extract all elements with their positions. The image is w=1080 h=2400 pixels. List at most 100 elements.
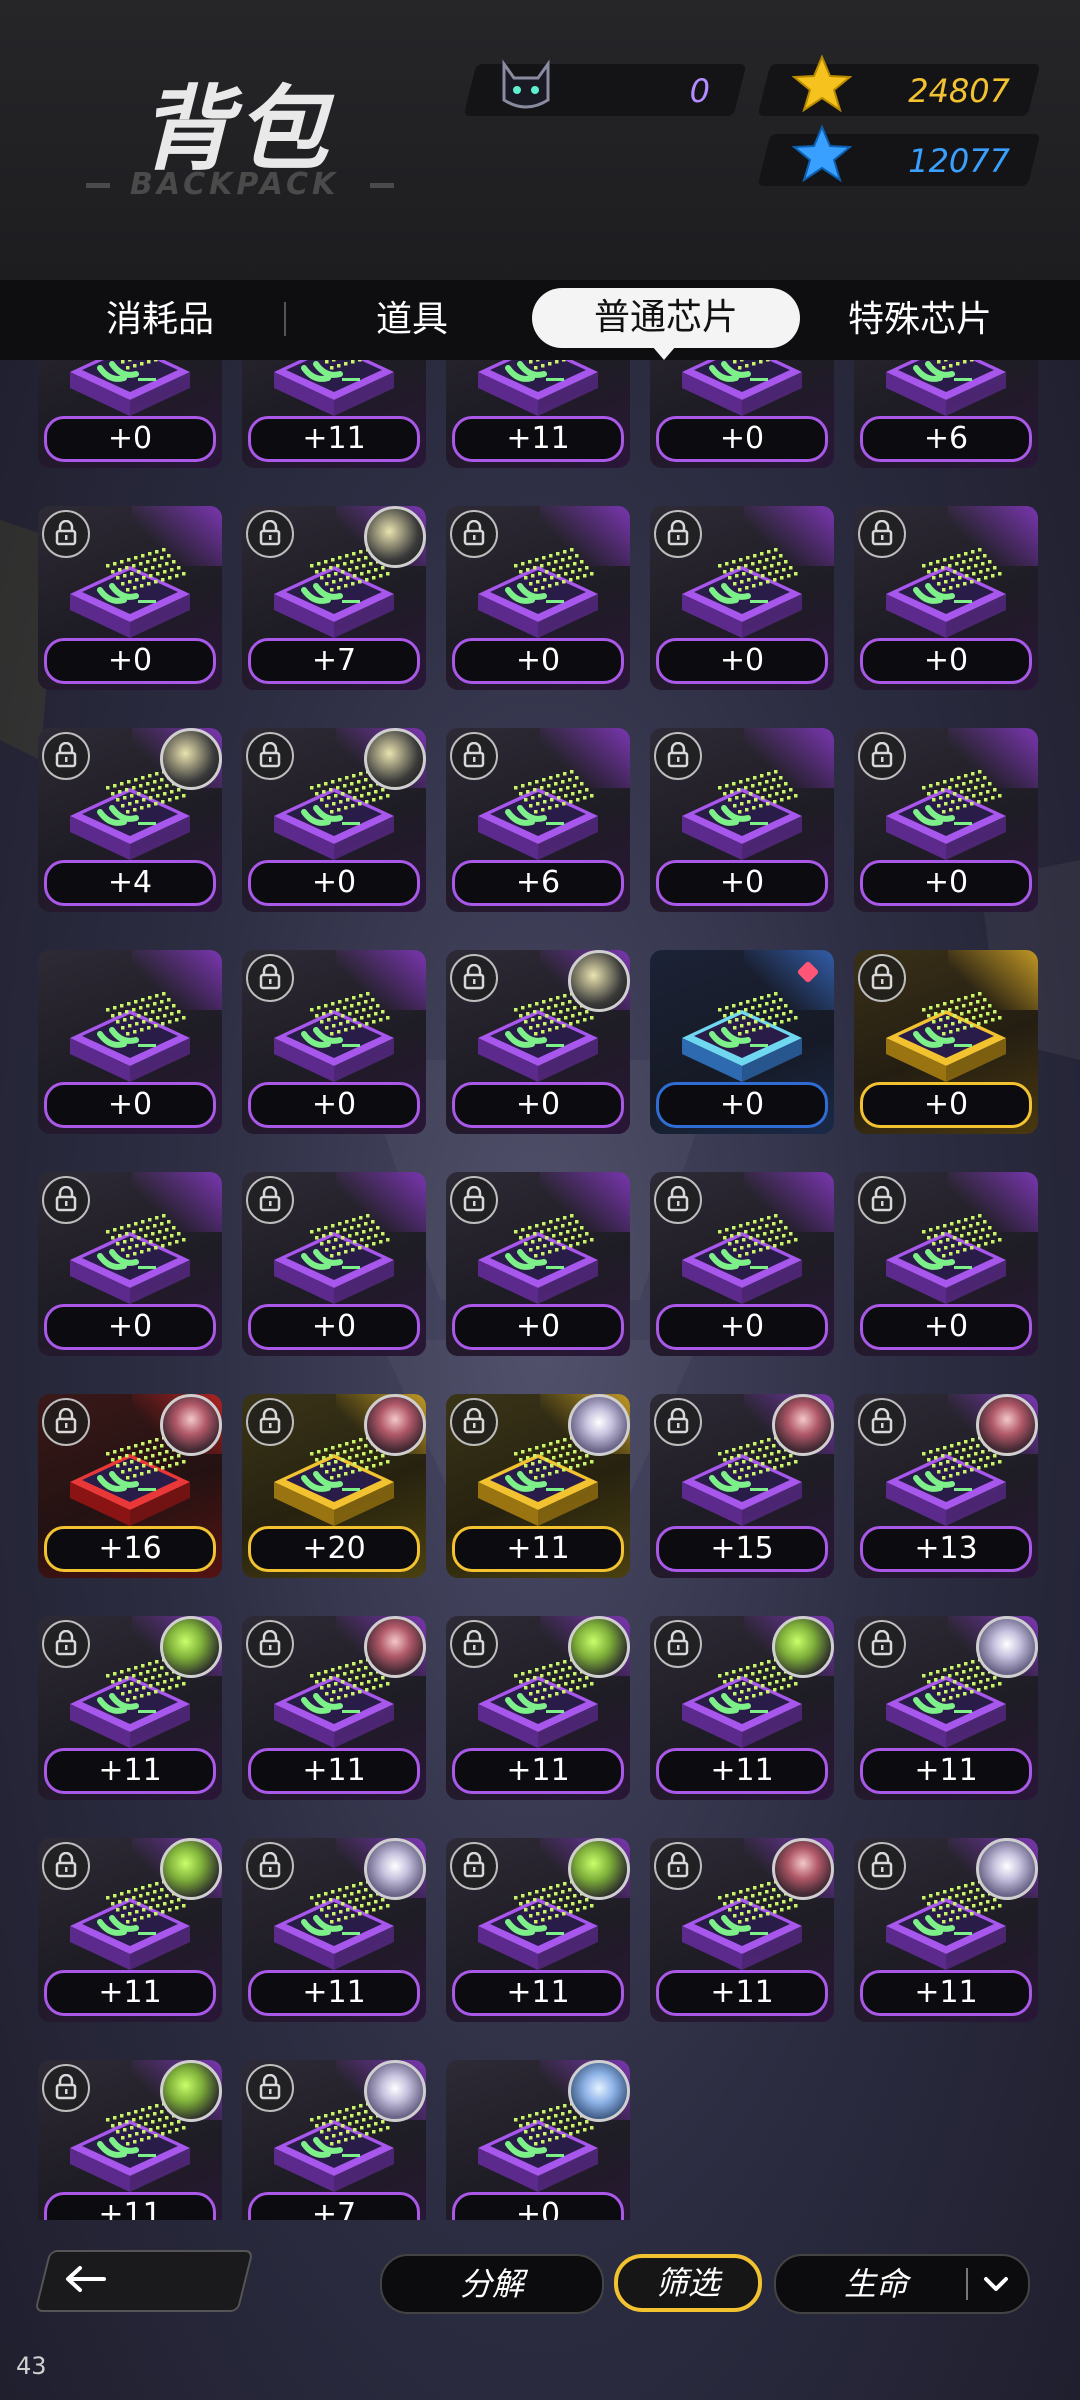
lock-icon[interactable] — [858, 1842, 906, 1890]
tab-active-pointer — [652, 346, 676, 360]
chip-level-label: +0 — [860, 1304, 1032, 1350]
lock-icon[interactable] — [42, 732, 90, 780]
lock-icon[interactable] — [246, 1842, 294, 1890]
chip-card[interactable]: +0 — [242, 950, 426, 1134]
chip-card[interactable]: +0 — [854, 1172, 1038, 1356]
chip-card[interactable]: +20 — [242, 1394, 426, 1578]
character-avatar-icon — [568, 1616, 630, 1678]
tab-props[interactable]: 道具 — [296, 280, 528, 360]
lock-icon[interactable] — [654, 1176, 702, 1224]
lock-icon[interactable] — [246, 1620, 294, 1668]
chip-level-label: +0 — [860, 638, 1032, 684]
chip-card[interactable]: +11 — [38, 1616, 222, 1800]
chip-card[interactable]: +11 — [854, 1616, 1038, 1800]
chip-level-label: +11 — [248, 416, 420, 462]
chip-card[interactable]: +11 — [650, 1616, 834, 1800]
lock-icon[interactable] — [450, 732, 498, 780]
lock-icon[interactable] — [858, 732, 906, 780]
chip-card[interactable]: +0 — [854, 950, 1038, 1134]
chip-card[interactable]: +0 — [650, 360, 834, 468]
chip-card[interactable]: +11 — [38, 2060, 222, 2220]
chip-card[interactable]: +6 — [854, 360, 1038, 468]
lock-icon[interactable] — [246, 954, 294, 1002]
lock-icon[interactable] — [654, 1398, 702, 1446]
chip-card[interactable]: +0 — [854, 506, 1038, 690]
chip-card[interactable]: +0 — [38, 360, 222, 468]
lock-icon[interactable] — [450, 954, 498, 1002]
lock-icon[interactable] — [246, 732, 294, 780]
lock-icon[interactable] — [654, 1620, 702, 1668]
chip-card[interactable]: +0 — [242, 1172, 426, 1356]
chip-card[interactable]: +7 — [242, 2060, 426, 2220]
chip-card[interactable]: +0 — [38, 1172, 222, 1356]
lock-icon[interactable] — [246, 1176, 294, 1224]
lock-icon[interactable] — [450, 1398, 498, 1446]
chip-card[interactable]: +11 — [446, 1838, 630, 2022]
chip-card[interactable]: +11 — [854, 1838, 1038, 2022]
lock-icon[interactable] — [42, 1398, 90, 1446]
lock-icon[interactable] — [654, 732, 702, 780]
chip-level-label: +11 — [860, 1748, 1032, 1794]
chip-card[interactable]: +11 — [446, 1394, 630, 1578]
lock-icon[interactable] — [42, 1842, 90, 1890]
tab-normal-chips[interactable]: 普通芯片 — [532, 288, 800, 348]
lock-icon[interactable] — [450, 1842, 498, 1890]
chip-level-label: +11 — [44, 1970, 216, 2016]
chip-card[interactable]: +11 — [446, 1616, 630, 1800]
chip-card[interactable]: +15 — [650, 1394, 834, 1578]
chip-card[interactable]: +0 — [650, 728, 834, 912]
lock-icon[interactable] — [654, 510, 702, 558]
lock-icon[interactable] — [246, 1398, 294, 1446]
chip-card[interactable]: +0 — [242, 728, 426, 912]
chip-card[interactable]: +11 — [242, 1616, 426, 1800]
lock-icon[interactable] — [858, 1620, 906, 1668]
chip-card[interactable]: +6 — [446, 728, 630, 912]
gold-star-value: 24807 — [908, 72, 1010, 110]
chip-card[interactable]: +16 — [38, 1394, 222, 1578]
chip-card[interactable]: +13 — [854, 1394, 1038, 1578]
lock-icon[interactable] — [858, 1398, 906, 1446]
character-avatar-icon — [976, 1394, 1038, 1456]
lock-icon[interactable] — [450, 1176, 498, 1224]
decompose-button[interactable]: 分解 — [380, 2254, 604, 2314]
lock-icon[interactable] — [42, 510, 90, 558]
lock-icon[interactable] — [246, 2064, 294, 2112]
lock-icon[interactable] — [858, 954, 906, 1002]
lock-icon[interactable] — [450, 510, 498, 558]
lock-icon[interactable] — [246, 510, 294, 558]
chip-card[interactable]: +11 — [242, 360, 426, 468]
chip-card[interactable]: +0 — [446, 2060, 630, 2220]
chip-card[interactable]: +0 — [854, 728, 1038, 912]
cat-head-icon — [502, 59, 550, 109]
lock-icon[interactable] — [858, 510, 906, 558]
lock-icon[interactable] — [42, 2064, 90, 2112]
lock-icon[interactable] — [858, 1176, 906, 1224]
filter-button[interactable]: 筛选 — [614, 2254, 762, 2312]
lock-icon[interactable] — [654, 1842, 702, 1890]
chip-card[interactable]: +4 — [38, 728, 222, 912]
chip-card[interactable]: +0 — [650, 1172, 834, 1356]
sort-select[interactable]: 生命 — [774, 2254, 1030, 2314]
chip-card[interactable]: +11 — [242, 1838, 426, 2022]
character-avatar-icon — [568, 950, 630, 1012]
chip-card[interactable]: +11 — [446, 360, 630, 468]
lock-icon[interactable] — [42, 1176, 90, 1224]
chip-card[interactable]: +0 — [446, 1172, 630, 1356]
chip-card[interactable]: +7 — [242, 506, 426, 690]
character-avatar-icon — [772, 1394, 834, 1456]
chip-card[interactable]: +11 — [650, 1838, 834, 2022]
chip-level-label: +11 — [656, 1970, 828, 2016]
chip-card[interactable]: +0 — [650, 950, 834, 1134]
blue-star-icon — [792, 124, 852, 183]
character-avatar-icon — [976, 1616, 1038, 1678]
tab-special-chips[interactable]: 特殊芯片 — [800, 280, 1040, 360]
chip-card[interactable]: +0 — [446, 950, 630, 1134]
chip-card[interactable]: +0 — [38, 950, 222, 1134]
chip-card[interactable]: +0 — [446, 506, 630, 690]
tab-consumables[interactable]: 消耗品 — [40, 280, 280, 360]
chip-card[interactable]: +0 — [650, 506, 834, 690]
lock-icon[interactable] — [42, 1620, 90, 1668]
lock-icon[interactable] — [450, 1620, 498, 1668]
chip-card[interactable]: +0 — [38, 506, 222, 690]
chip-card[interactable]: +11 — [38, 1838, 222, 2022]
